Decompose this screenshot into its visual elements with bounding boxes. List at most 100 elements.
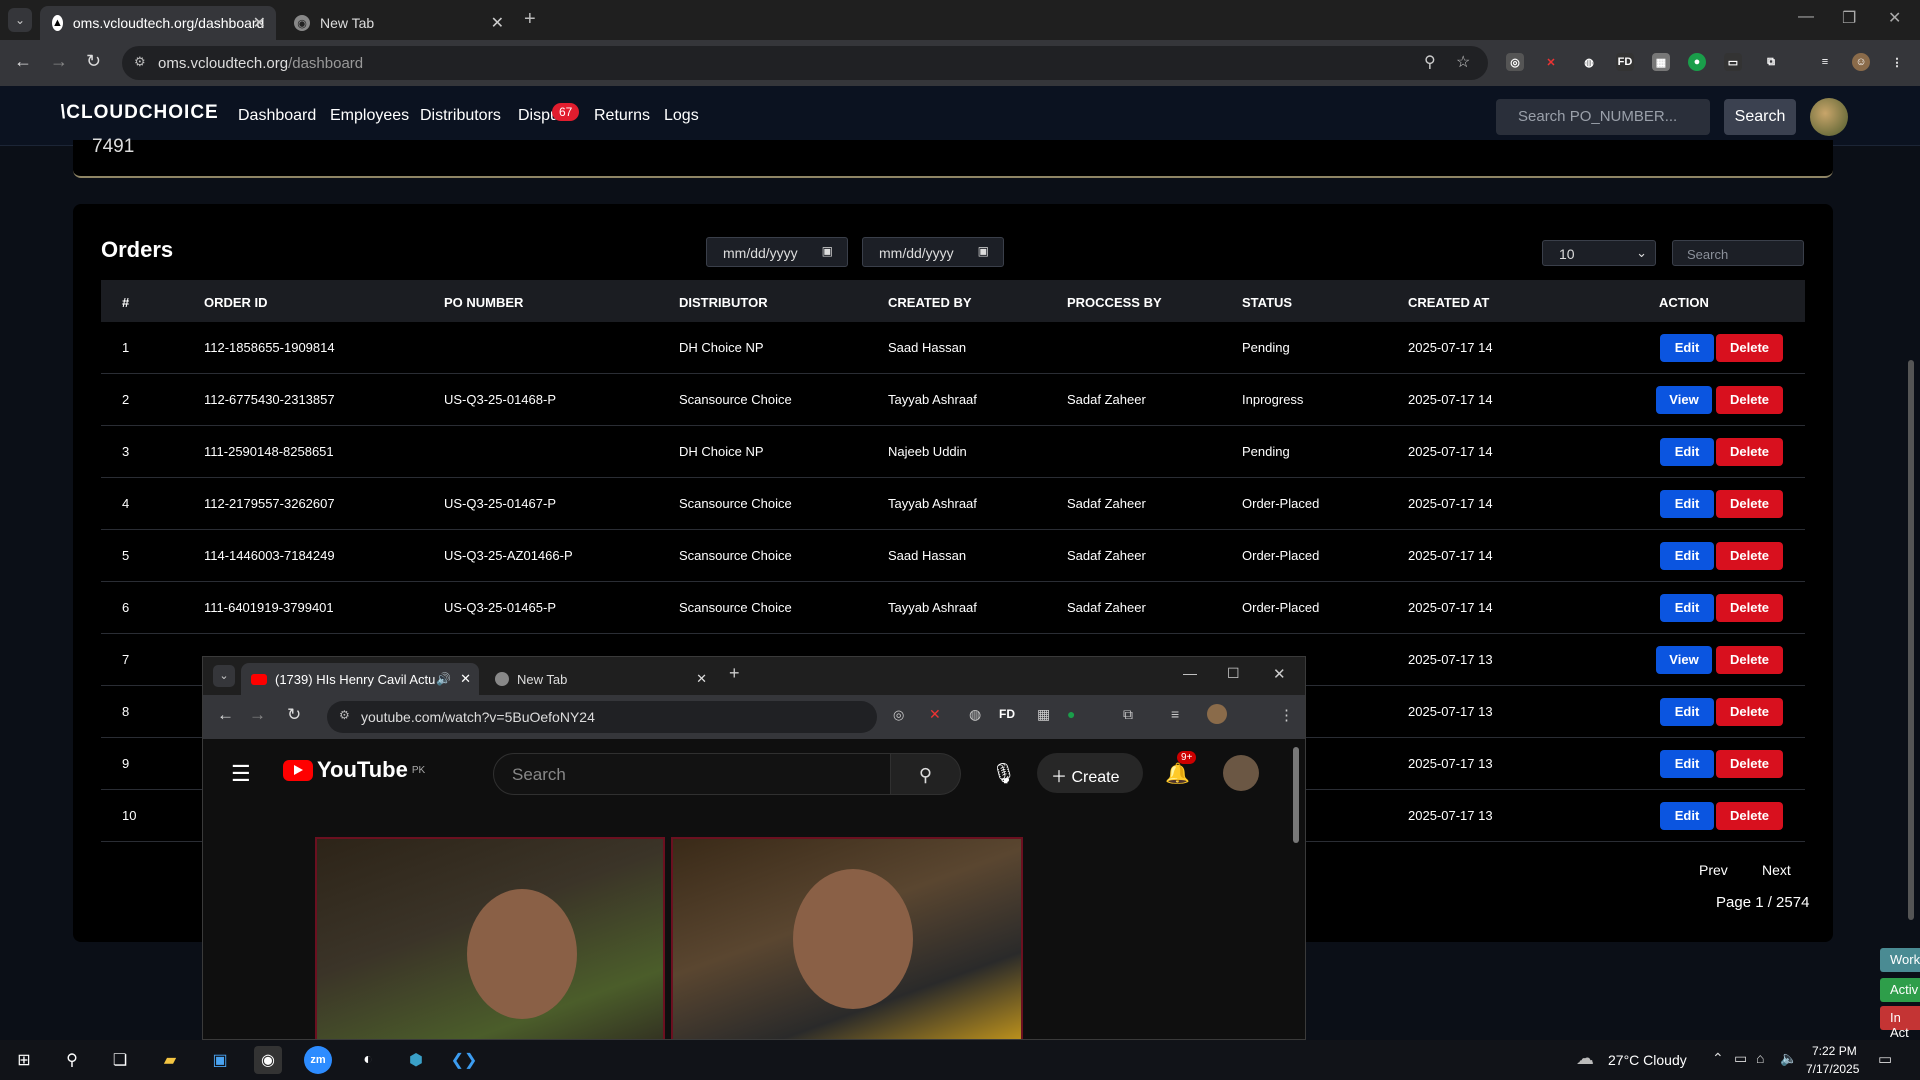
nav-employees[interactable]: Employees [330,107,409,125]
extension-green-icon[interactable]: ● [1067,706,1075,722]
tray-battery-icon[interactable]: ▭ [1734,1050,1747,1067]
close-window-icon[interactable]: ✕ [1273,665,1286,683]
nav-dashboard[interactable]: Dashboard [238,107,316,125]
extension-x-icon[interactable]: ✕ [929,706,941,723]
new-tab-plus-icon[interactable]: + [729,663,740,684]
edit-button[interactable]: Edit [1660,594,1714,622]
youtube-search-input[interactable]: Search [493,753,891,795]
profile-avatar-icon[interactable] [1207,704,1227,724]
bookmark-star-icon[interactable]: ☆ [1456,52,1470,72]
popup-tab-new[interactable]: New Tab ✕ [485,663,715,695]
extension-glasses-icon[interactable]: ◎ [1506,53,1524,71]
date-from-input[interactable]: mm/dd/yyyy ▣ [706,237,848,267]
extensions-puzzle-icon[interactable]: ⧉ [1123,706,1133,723]
site-info-icon[interactable]: ⚙ [339,708,350,722]
minimize-icon[interactable]: — [1798,8,1814,26]
extension-x-icon[interactable]: ✕ [1542,53,1560,71]
forward-arrow-icon[interactable]: → [249,705,266,725]
vscode-icon[interactable]: ❮❯ [450,1046,478,1074]
weather-cloud-icon[interactable]: ☁ [1576,1048,1594,1069]
edit-button[interactable]: Edit [1660,438,1714,466]
extension-fd-icon[interactable]: FD [999,707,1015,721]
close-tab-icon[interactable]: ✕ [696,671,707,687]
notification-center-icon[interactable]: ▭ [1878,1050,1892,1068]
po-number-search-input[interactable]: Search PO_NUMBER... [1496,99,1710,135]
extension-photo-icon[interactable]: ▦ [1652,53,1670,71]
audio-playing-icon[interactable]: 🔊 [436,672,451,686]
reload-icon[interactable]: ↻ [287,705,301,725]
edit-button[interactable]: Edit [1660,698,1714,726]
extension-globe-icon[interactable]: ◍ [1580,53,1598,71]
youtube-create-button[interactable]: ＋ Create [1037,753,1143,793]
delete-button[interactable]: Delete [1716,490,1783,518]
extensions-puzzle-icon[interactable]: ⧉ [1762,53,1780,71]
delete-button[interactable]: Delete [1716,438,1783,466]
new-tab-plus-icon[interactable]: + [524,8,536,31]
profile-avatar-icon[interactable]: ☺ [1852,53,1870,71]
address-bar[interactable]: ⚙ oms.vcloudtech.org/dashboard [122,46,1488,80]
weather-text[interactable]: 27°C Cloudy [1608,1052,1687,1068]
close-tab-icon[interactable]: ✕ [491,13,504,33]
view-button[interactable]: View [1656,646,1712,674]
app-drop-icon[interactable]: ◐ [354,1046,382,1074]
side-tag-inactive[interactable]: In Act [1880,1006,1920,1040]
user-avatar[interactable] [1810,98,1848,136]
task-view-icon[interactable]: ❏ [106,1046,134,1074]
browser-tab-dashboard[interactable]: ▲ oms.vcloudtech.org/dashboard ✕ [40,6,276,40]
chrome-menu-icon[interactable]: ⋮ [1888,53,1906,71]
tray-network-icon[interactable]: ⌂ [1756,1050,1764,1066]
youtube-avatar[interactable] [1223,755,1259,791]
delete-button[interactable]: Delete [1716,594,1783,622]
edit-button[interactable]: Edit [1660,750,1714,778]
nav-logs[interactable]: Logs [664,107,699,125]
extension-glasses-icon[interactable]: ◎ [893,707,904,723]
calendar-icon[interactable]: ▣ [822,244,833,258]
delete-button[interactable]: Delete [1716,542,1783,570]
cloudchoice-logo[interactable]: \CLOUDCHOICE [60,102,219,124]
view-button[interactable]: View [1656,386,1712,414]
restore-icon[interactable]: ❐ [1842,8,1856,28]
tray-volume-icon[interactable]: 🔈 [1780,1050,1797,1067]
delete-button[interactable]: Delete [1716,334,1783,362]
back-arrow-icon[interactable]: ← [14,51,32,72]
extension-green-icon[interactable]: ● [1688,53,1706,71]
zoom-magnifier-icon[interactable]: ⚲ [1424,52,1436,72]
hamburger-menu-icon[interactable]: ☰ [231,761,251,787]
close-tab-icon[interactable]: ✕ [460,671,471,687]
delete-button[interactable]: Delete [1716,386,1783,414]
video-left-person[interactable] [315,837,665,1039]
delete-button[interactable]: Delete [1716,698,1783,726]
nav-distributors[interactable]: Distributors [420,107,501,125]
microsoft-store-icon[interactable]: ▣ [206,1046,234,1074]
maximize-icon[interactable]: ☐ [1227,665,1240,682]
app-hex-icon[interactable]: ⬢ [402,1046,430,1074]
tab-list-chevron-icon[interactable]: ⌄ [213,665,235,687]
date-to-input[interactable]: mm/dd/yyyy ▣ [862,237,1004,267]
notifications-bell-icon[interactable]: 🔔 [1165,761,1190,786]
nav-search-button[interactable]: Search [1724,99,1796,135]
media-queue-icon[interactable]: ≡ [1816,53,1834,71]
zoom-app-icon[interactable]: zm [304,1046,332,1074]
nav-returns[interactable]: Returns [594,107,650,125]
page-size-select[interactable]: 10 ⌄ [1542,240,1656,266]
browser-tab-new[interactable]: ◉ New Tab ✕ [282,6,514,40]
popup-address-bar[interactable]: ⚙ youtube.com/watch?v=5BuOefoNY24 [327,701,877,733]
media-queue-icon[interactable]: ≡ [1171,706,1179,722]
popup-tab-youtube[interactable]: (1739) HIs Henry Cavil Actu 🔊 ✕ [241,663,479,695]
side-tag-work[interactable]: Work [1880,948,1920,972]
close-tab-icon[interactable]: ✕ [253,13,266,33]
close-window-icon[interactable]: ✕ [1888,8,1901,28]
minimize-icon[interactable]: — [1183,665,1197,681]
edit-button[interactable]: Edit [1660,802,1714,830]
microphone-icon[interactable]: 🎙 [991,761,1016,786]
file-explorer-icon[interactable]: ▰ [156,1046,184,1074]
forward-arrow-icon[interactable]: → [50,51,68,72]
table-search-input[interactable]: Search [1672,240,1804,266]
page-scrollbar[interactable] [1908,360,1914,920]
youtube-logo[interactable]: YouTube PK [283,757,425,783]
reload-icon[interactable]: ↻ [86,51,101,72]
calendar-icon[interactable]: ▣ [978,244,989,258]
chrome-taskbar-icon[interactable]: ◉ [254,1046,282,1074]
extension-cast-icon[interactable]: ▭ [1724,53,1742,71]
clock-date[interactable]: 7/17/2025 [1806,1062,1859,1076]
